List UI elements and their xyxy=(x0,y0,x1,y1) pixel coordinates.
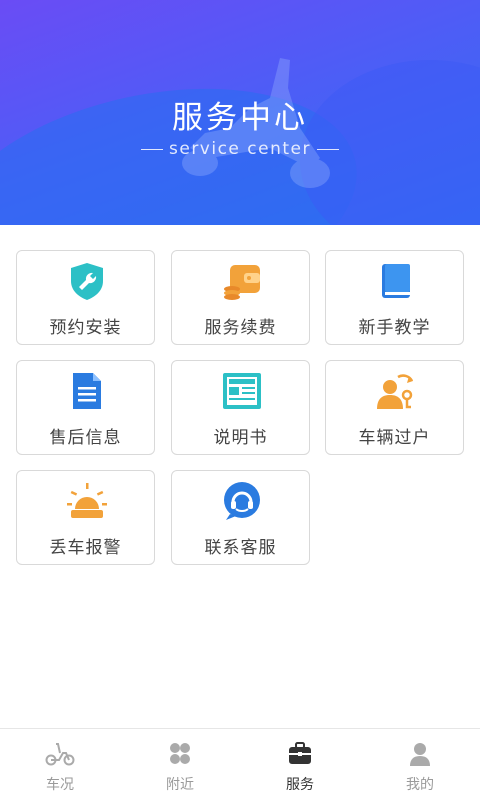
tab-profile[interactable]: 我的 xyxy=(360,729,480,800)
scooter-icon xyxy=(45,743,75,766)
tab-label: 车况 xyxy=(46,777,74,793)
service-contact-button[interactable]: 联系客服 xyxy=(171,470,310,565)
tab-vehicle-status[interactable]: 车况 xyxy=(0,729,120,800)
service-aftersales-button[interactable]: 售后信息 xyxy=(16,360,155,455)
tab-label: 服务 xyxy=(286,777,314,793)
service-theft-alarm-button[interactable]: 丢车报警 xyxy=(16,470,155,565)
page-subtitle: service center xyxy=(0,139,480,159)
service-label: 新手教学 xyxy=(358,318,431,338)
service-label: 服务续费 xyxy=(204,318,277,338)
service-label: 售后信息 xyxy=(49,428,122,448)
service-install-button[interactable]: 预约安装 xyxy=(16,250,155,345)
user-transfer-icon xyxy=(377,374,414,409)
tab-label: 我的 xyxy=(406,777,434,793)
service-tutorial-button[interactable]: 新手教学 xyxy=(325,250,464,345)
document-icon xyxy=(73,373,101,409)
service-label: 预约安装 xyxy=(49,318,122,338)
service-label: 联系客服 xyxy=(204,538,277,558)
wallet-coins-icon xyxy=(224,265,260,300)
service-label: 丢车报警 xyxy=(49,538,122,558)
header-banner: 服务中心 service center xyxy=(0,0,480,225)
bottom-tab-bar: 车况 附近 服务 我的 xyxy=(0,728,480,800)
service-renew-button[interactable]: 服务续费 xyxy=(171,250,310,345)
person-icon xyxy=(410,743,430,766)
book-icon xyxy=(382,264,410,298)
shield-wrench-icon xyxy=(71,263,103,300)
service-label: 车辆过户 xyxy=(358,428,431,448)
nearby-icon xyxy=(170,743,190,764)
tab-nearby[interactable]: 附近 xyxy=(120,729,240,800)
tab-label: 附近 xyxy=(166,777,194,793)
page-title: 服务中心 xyxy=(172,100,308,136)
service-transfer-button[interactable]: 车辆过户 xyxy=(325,360,464,455)
service-manual-button[interactable]: 说明书 xyxy=(171,360,310,455)
briefcase-icon xyxy=(289,742,311,764)
manual-screen-icon xyxy=(223,373,261,409)
alarm-light-icon xyxy=(67,483,107,518)
tab-service[interactable]: 服务 xyxy=(240,729,360,800)
service-label: 说明书 xyxy=(213,428,268,448)
headset-chat-icon xyxy=(224,482,260,520)
